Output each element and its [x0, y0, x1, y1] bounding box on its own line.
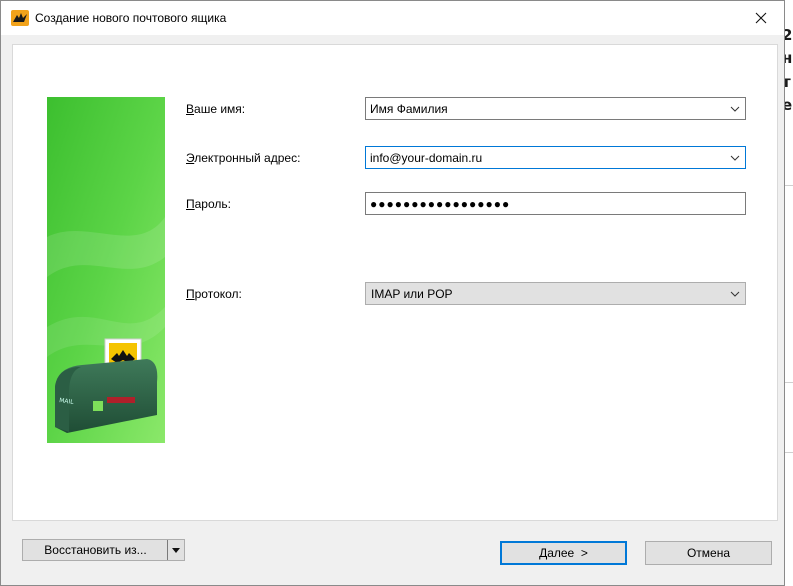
restore-from-label: Восстановить из... [44, 543, 147, 557]
close-button[interactable] [738, 1, 784, 35]
email-label: Электронный адрес: [186, 151, 301, 165]
content-panel: MAIL Ваше имя: Имя Фамилия Электронный а… [12, 44, 778, 521]
close-icon [755, 12, 767, 24]
password-field[interactable]: ●●●●●●●●●●●●●●●●● [365, 192, 746, 215]
cancel-label: Отмена [686, 546, 731, 560]
mailbox-illustration: MAIL [47, 97, 165, 443]
cancel-button[interactable]: Отмена [645, 541, 772, 565]
dropdown-arrow-icon[interactable] [167, 540, 184, 560]
password-label: Пароль: [186, 197, 231, 211]
window-title: Создание нового почтового ящика [35, 11, 227, 25]
chevron-down-icon[interactable] [725, 147, 745, 168]
chevron-down-icon[interactable] [725, 283, 745, 304]
restore-from-button[interactable]: Восстановить из... [22, 539, 185, 561]
password-mask: ●●●●●●●●●●●●●●●●● [370, 196, 511, 211]
email-combobox[interactable]: info@your-domain.ru [365, 146, 746, 169]
email-value: info@your-domain.ru [370, 150, 483, 165]
name-value: Имя Фамилия [370, 101, 448, 116]
new-mailbox-dialog: Создание нового почтового ящика MAIL Ваш… [0, 0, 785, 586]
protocol-select[interactable]: IMAP или POP [365, 282, 746, 305]
name-label: Ваше имя: [186, 102, 246, 116]
the-bat-icon [11, 10, 29, 26]
protocol-label: Протокол: [186, 287, 242, 301]
next-label: Далее > [539, 546, 588, 560]
chevron-down-icon[interactable] [725, 98, 745, 119]
next-button[interactable]: Далее > [500, 541, 627, 565]
protocol-value: IMAP или POP [371, 286, 453, 301]
title-bar: Создание нового почтового ящика [1, 1, 784, 35]
name-combobox[interactable]: Имя Фамилия [365, 97, 746, 120]
